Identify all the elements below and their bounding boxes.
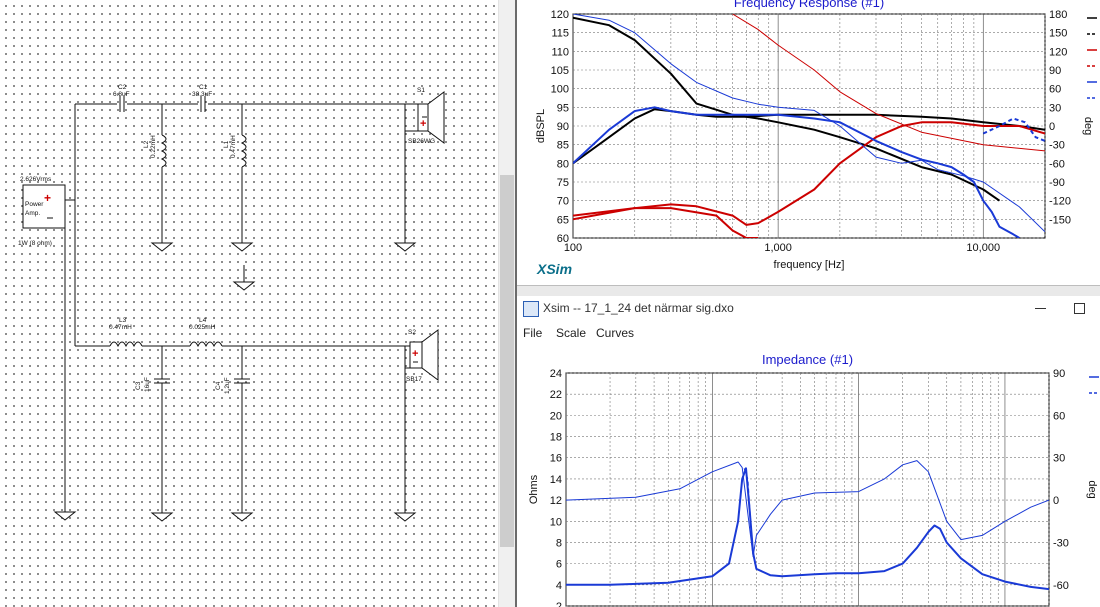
frequency-response-panel: 60 65 70 75 80 85 90 95 100 105 110 115 120 -150 -120 -…	[517, 0, 1100, 285]
amp-label-line1: Power	[25, 201, 44, 208]
l3-value: 0.47mH	[109, 324, 132, 331]
y-tick-label: 110	[551, 46, 569, 58]
y-tick-label: 115	[551, 28, 569, 40]
y2-tick-label: 150	[1049, 28, 1067, 40]
svg-text:+: +	[412, 348, 418, 360]
c3-name: C3	[135, 381, 142, 390]
y-tick-label: 80	[557, 158, 569, 170]
c4-name: C4	[215, 381, 222, 390]
schematic-canvas[interactable]: + + + 2.626Vrms Power Amp. 1W (8 ohm) C2…	[0, 0, 498, 607]
y-tick-label: 100	[551, 84, 569, 96]
amp-power-label: 1W (8 ohm)	[18, 240, 52, 247]
ground-icon	[150, 512, 174, 522]
y2-tick-label: 60	[1053, 410, 1065, 422]
y-axis-label: Ohms	[528, 474, 540, 504]
s2-name: S2	[408, 329, 416, 336]
y-tick-label: 90	[557, 121, 569, 133]
ground-icon	[232, 281, 256, 291]
c1-value: 38.3uF	[192, 91, 212, 98]
y2-tick-label: -90	[1049, 177, 1065, 189]
impedance-chart: 24681012141618202224-60-300306090101001,…	[528, 352, 1099, 607]
y-axis-label: dBSPL	[535, 109, 547, 143]
amp-voltage-label: 2.626Vrms	[20, 176, 52, 183]
scrollbar-thumb[interactable]	[500, 175, 514, 547]
frequency-response-chart: 60 65 70 75 80 85 90 95 100 105 110 115 120 -150 -120 -…	[535, 0, 1097, 277]
woofer-speaker-icon[interactable]: +	[409, 329, 439, 381]
s1-name: S1	[417, 87, 425, 94]
y2-tick-label: 30	[1049, 102, 1061, 114]
y-tick-label: 24	[550, 368, 562, 380]
ground-icon	[393, 512, 417, 522]
y-tick-label: 2	[556, 601, 562, 607]
y-tick-label: 85	[557, 140, 569, 152]
y2-tick-label: -120	[1049, 196, 1071, 208]
ground-icon	[53, 511, 77, 521]
y2-tick-label: -60	[1049, 158, 1065, 170]
s2-model: SB17	[406, 376, 422, 383]
y2-tick-label: -150	[1049, 214, 1071, 226]
l2-value: 0.22mH	[150, 135, 157, 158]
c2-name: C2	[118, 84, 127, 91]
x-tick-label: 100	[564, 242, 582, 254]
y2-tick-label: 60	[1049, 84, 1061, 96]
y2-tick-label: 180	[1049, 9, 1067, 21]
ground-icon	[230, 242, 254, 252]
x-tick-label: 1,000	[764, 242, 792, 254]
amp-label-line2: Amp.	[25, 210, 40, 217]
l1-value: 0.47mH	[230, 135, 237, 158]
y-tick-label: 16	[550, 453, 562, 465]
y-tick-label: 8	[556, 537, 562, 549]
l4-value: 0.025mH	[189, 324, 216, 331]
impedance-window: Xsim -- 17_1_24 det närmar sig.dxo File …	[517, 296, 1100, 607]
y2-tick-label: 30	[1053, 453, 1065, 465]
y-tick-label: 105	[551, 65, 569, 77]
y-tick-label: 20	[550, 410, 562, 422]
y-tick-label: 10	[550, 516, 562, 528]
y2-tick-label: -30	[1049, 140, 1065, 152]
y2-tick-label: 0	[1053, 495, 1059, 507]
c1-name: C1	[199, 84, 208, 91]
c3-value: 16uF	[144, 377, 151, 392]
y-tick-label: 65	[557, 214, 569, 226]
y-tick-label: 12	[550, 495, 562, 507]
l3-name: L3	[119, 317, 127, 324]
y-tick-label: 95	[557, 102, 569, 114]
y-tick-label: 6	[556, 559, 562, 571]
l2-name: L2	[143, 140, 150, 148]
svg-text:+: +	[420, 118, 426, 130]
y-tick-label: 4	[556, 580, 562, 592]
y2-tick-label: -60	[1053, 580, 1069, 592]
y-tick-label: 14	[550, 474, 562, 486]
x-axis-label: frequency [Hz]	[774, 259, 845, 271]
c2-value: 6.8uF	[113, 91, 130, 98]
y-tick-label: 75	[557, 177, 569, 189]
y2-tick-label: 0	[1049, 121, 1055, 133]
schematic-vertical-scrollbar[interactable]	[498, 0, 516, 607]
y2-tick-label: 120	[1049, 46, 1067, 58]
tweeter-speaker-icon[interactable]: +	[417, 91, 445, 144]
x-tick-label: 10,000	[966, 242, 1000, 254]
ground-icon	[393, 242, 417, 252]
y2-tick-label: -30	[1053, 537, 1069, 549]
svg-text:+: +	[44, 191, 51, 205]
y-tick-label: 120	[551, 9, 569, 21]
s1-model: SB26WG	[408, 138, 435, 145]
ground-icon	[230, 512, 254, 522]
l1-name: L1	[223, 140, 230, 148]
y2-tick-label: 90	[1053, 368, 1065, 380]
y2-axis-label: deg	[1086, 480, 1098, 498]
c4-value: 1.2uF	[224, 377, 231, 394]
y-tick-label: 18	[550, 432, 562, 444]
ground-icon	[150, 242, 174, 252]
l4-name: L4	[199, 317, 207, 324]
chart-title: Frequency Response (#1)	[734, 0, 884, 10]
y2-axis-label: deg	[1082, 117, 1094, 135]
xsim-brand-label: XSim	[536, 261, 572, 277]
y-tick-label: 22	[550, 389, 562, 401]
y-tick-label: 70	[557, 196, 569, 208]
schematic-svg[interactable]: + + + 2.626Vrms Power Amp. 1W (8 ohm) C2…	[0, 0, 498, 607]
chart-title: Impedance (#1)	[762, 352, 853, 367]
y2-tick-label: 90	[1049, 65, 1061, 77]
